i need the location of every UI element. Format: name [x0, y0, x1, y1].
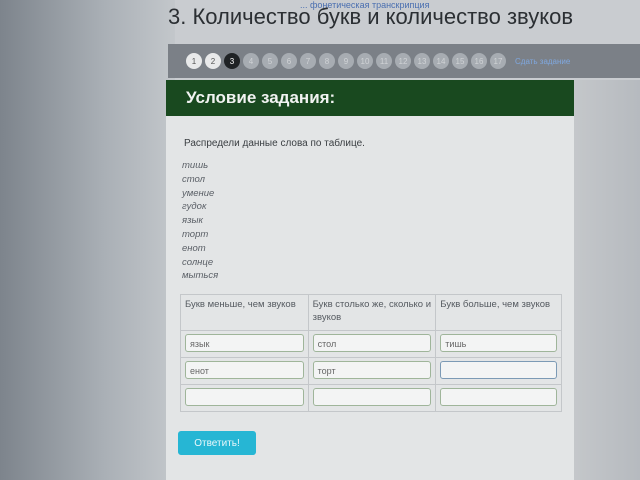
word-item[interactable]: умение: [182, 187, 218, 201]
submit-task-link[interactable]: Сдать задание: [515, 57, 570, 66]
step-1[interactable]: 1: [186, 53, 202, 69]
sort-table: Букв меньше, чем звуков Букв столько же,…: [180, 294, 562, 412]
step-7[interactable]: 7: [300, 53, 316, 69]
task-card: Условие задания: Распредели данные слова…: [166, 80, 574, 480]
step-2[interactable]: 2: [205, 53, 221, 69]
word-item[interactable]: енот: [182, 242, 218, 256]
word-item[interactable]: мыться: [182, 269, 218, 283]
background-shade: [574, 80, 640, 480]
word-list: тишь стол умение гудок язык торт енот со…: [182, 159, 218, 283]
page-title: 3. Количество букв и количество звуков: [168, 4, 574, 29]
column-header-fewer: Букв меньше, чем звуков: [180, 294, 309, 331]
drop-slot[interactable]: язык: [185, 334, 304, 352]
drop-slot[interactable]: [440, 388, 557, 406]
step-9[interactable]: 9: [338, 53, 354, 69]
step-10[interactable]: 10: [357, 53, 373, 69]
step-14[interactable]: 14: [433, 53, 449, 69]
drop-slot[interactable]: [312, 388, 432, 406]
steps-bar: 1 2 3 4 5 6 7 8 9 10 11 12 13 14 15 16 1…: [168, 44, 640, 78]
drop-slot[interactable]: енот: [185, 361, 304, 379]
word-item[interactable]: гудок: [182, 200, 218, 214]
drop-slot[interactable]: [440, 361, 557, 379]
step-4[interactable]: 4: [243, 53, 259, 69]
drop-slot[interactable]: [185, 388, 304, 406]
column-header-more: Букв больше, чем звуков: [435, 294, 562, 331]
step-3[interactable]: 3: [224, 53, 240, 69]
step-11[interactable]: 11: [376, 53, 392, 69]
step-12[interactable]: 12: [395, 53, 411, 69]
word-item[interactable]: тишь: [182, 159, 218, 173]
drop-slot[interactable]: стол: [312, 334, 432, 352]
word-item[interactable]: солнце: [182, 256, 218, 270]
background-shade: [0, 0, 175, 480]
step-6[interactable]: 6: [281, 53, 297, 69]
word-item[interactable]: стол: [182, 173, 218, 187]
drop-slot[interactable]: тишь: [440, 334, 557, 352]
step-16[interactable]: 16: [471, 53, 487, 69]
column-header-equal: Букв столько же, сколько и звуков: [307, 294, 437, 331]
step-8[interactable]: 8: [319, 53, 335, 69]
drop-slot[interactable]: торт: [312, 361, 432, 379]
task-header: Условие задания:: [166, 80, 574, 116]
step-15[interactable]: 15: [452, 53, 468, 69]
step-13[interactable]: 13: [414, 53, 430, 69]
step-5[interactable]: 5: [262, 53, 278, 69]
task-instruction: Распредели данные слова по таблице.: [184, 138, 365, 149]
word-item[interactable]: торт: [182, 228, 218, 242]
answer-button[interactable]: Ответить!: [178, 431, 256, 455]
step-17[interactable]: 17: [490, 53, 506, 69]
word-item[interactable]: язык: [182, 214, 218, 228]
